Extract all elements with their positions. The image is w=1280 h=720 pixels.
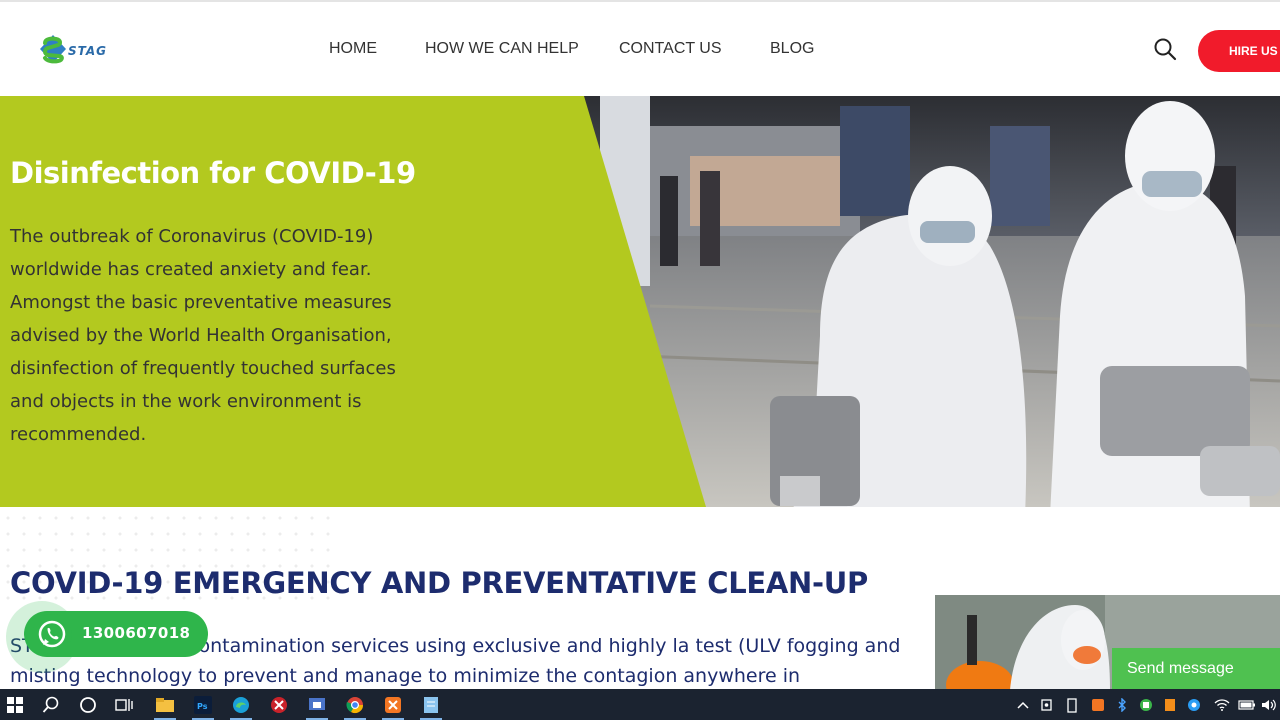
windows-start-icon[interactable] [0, 689, 30, 720]
whatsapp-icon [38, 620, 66, 648]
chrome-icon[interactable] [340, 689, 370, 720]
nav-home[interactable]: HOME [329, 40, 377, 58]
site-logo[interactable]: STAG [34, 30, 126, 70]
cortana-icon[interactable] [74, 689, 102, 720]
nav-blog[interactable]: BLOG [770, 40, 814, 58]
bluetooth-icon[interactable] [1112, 689, 1132, 720]
edge-icon[interactable] [226, 689, 256, 720]
wifi-icon[interactable] [1208, 689, 1236, 720]
hero-title: Disinfection for COVID-19 [10, 156, 416, 190]
nav-contact-us[interactable]: CONTACT US [619, 40, 722, 58]
meet-icon[interactable] [1038, 689, 1058, 720]
nav-how-we-can-help[interactable]: HOW WE CAN HELP [425, 40, 579, 58]
search-icon[interactable] [1153, 37, 1177, 61]
remote-app-icon[interactable] [302, 689, 332, 720]
network-app-icon[interactable] [1136, 689, 1156, 720]
hero-text: The outbreak of Coronavirus (COVID-19) w… [10, 226, 396, 445]
site-header: STAG HOME HOW WE CAN HELP CONTACT US BLO… [0, 2, 1280, 96]
hire-us-button[interactable]: HIRE US N [1198, 30, 1280, 72]
hero-banner: Disinfection for COVID-19 The outbreak o… [0, 96, 1280, 507]
svg-text:Ps: Ps [197, 702, 208, 711]
notepad-icon[interactable] [416, 689, 446, 720]
task-view-icon[interactable] [110, 689, 138, 720]
whatsapp-phone[interactable]: 1300607018 [82, 624, 190, 642]
sync-icon[interactable] [1184, 689, 1204, 720]
search-icon[interactable] [37, 689, 65, 720]
photoshop-icon[interactable]: Ps [188, 689, 218, 720]
battery-status-icon[interactable] [1062, 689, 1082, 720]
chevron-up-icon[interactable] [1014, 689, 1032, 720]
file-explorer-icon[interactable] [150, 689, 180, 720]
send-message-button[interactable]: Send message [1112, 648, 1280, 690]
windows-taskbar: Ps [0, 689, 1280, 720]
whatsapp-icon-badge[interactable] [32, 614, 72, 654]
xampp-icon[interactable] [378, 689, 408, 720]
office-icon[interactable] [1160, 689, 1180, 720]
app-icon[interactable] [264, 689, 294, 720]
volume-icon[interactable] [1258, 689, 1280, 720]
logo-mark-icon [40, 35, 66, 64]
logo-text: STAG [68, 44, 108, 58]
section-title: COVID-19 EMERGENCY AND PREVENTATIVE CLEA… [10, 566, 868, 600]
xampp-tray-icon[interactable] [1088, 689, 1108, 720]
battery-icon[interactable] [1236, 689, 1258, 720]
